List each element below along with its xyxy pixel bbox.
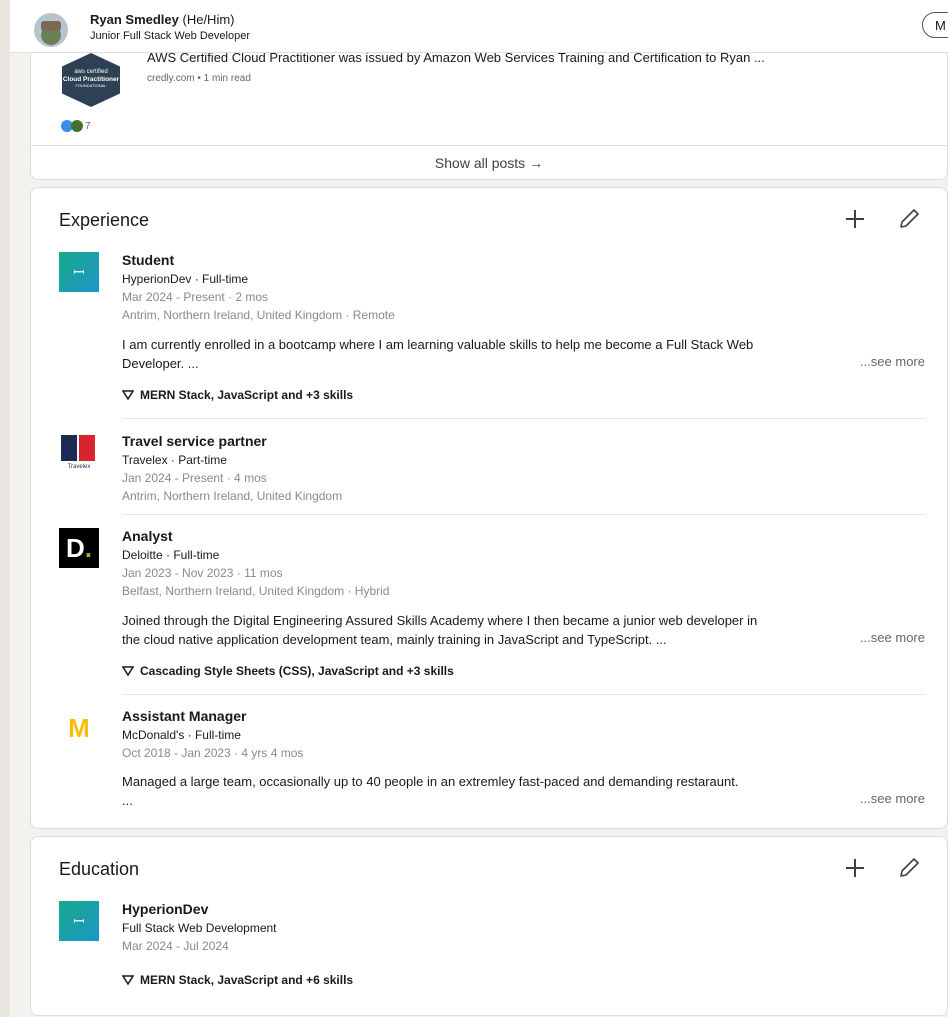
section-title: Experience <box>59 210 150 230</box>
experience-location: Antrim, Northern Ireland, United Kingdom… <box>122 308 395 322</box>
description-line: Joined through the Digital Engineering A… <box>122 613 758 628</box>
experience-location: Antrim, Northern Ireland, United Kingdom <box>122 489 343 503</box>
profile-name-text: Ryan Smedley <box>90 12 179 27</box>
education-section: Education ꟷ HyperionDev Full Stack Web D… <box>30 836 948 1016</box>
hyperiondev-logo[interactable]: ꟷ <box>59 252 99 292</box>
experience-dates: Oct 2018 - Jan 2023 · 4 yrs 4 mos <box>122 746 304 760</box>
show-all-posts-button[interactable]: Show all posts → <box>31 145 947 181</box>
skills-link[interactable]: MERN Stack, JavaScript and +3 skills <box>122 388 353 402</box>
reaction-count: 7 <box>85 120 91 132</box>
divider <box>122 694 926 695</box>
hyperiondev-logo[interactable]: ꟷ <box>59 901 99 941</box>
skills-link[interactable]: MERN Stack, JavaScript and +6 skills <box>122 973 353 987</box>
avatar[interactable] <box>34 13 68 47</box>
see-more-link[interactable]: ...see more <box>860 354 925 369</box>
skills-link[interactable]: Cascading Style Sheets (CSS), JavaScript… <box>122 664 454 678</box>
experience-role: Assistant Manager <box>122 708 247 724</box>
pencil-icon[interactable] <box>897 207 921 231</box>
deloitte-logo[interactable]: D. <box>59 528 99 568</box>
skill-icon <box>122 975 134 985</box>
experience-section: Experience ꟷ Student HyperionDev · Full-… <box>30 187 948 829</box>
experience-dates: Jan 2024 - Present · 4 mos <box>122 471 267 485</box>
experience-role: Student <box>122 252 175 268</box>
more-button[interactable]: M <box>922 12 948 38</box>
experience-role: Analyst <box>122 528 173 544</box>
skills-text: Cascading Style Sheets (CSS), JavaScript… <box>140 664 454 678</box>
description-line: ... <box>122 793 133 808</box>
description-line: Developer. ... <box>122 356 199 371</box>
page-left-edge <box>0 0 10 1017</box>
experience-role: Travel service partner <box>122 433 267 449</box>
travelex-logo[interactable]: Travelex <box>59 433 99 473</box>
education-school: HyperionDev <box>122 901 209 917</box>
pencil-icon[interactable] <box>897 856 921 880</box>
skill-icon <box>122 390 134 400</box>
aws-badge-image[interactable]: aws certified Cloud Practitioner FOUNDAT… <box>62 53 120 107</box>
divider <box>122 418 926 419</box>
experience-org: Travelex · Part-time <box>122 453 227 467</box>
badge-text: FOUNDATIONAL <box>75 82 107 88</box>
profile-name: Ryan Smedley (He/Him) <box>90 12 235 27</box>
badge-text: aws certified <box>74 69 108 75</box>
experience-description: Managed a large team, occasionally up to… <box>122 772 932 810</box>
description-line: Managed a large team, occasionally up to… <box>122 774 739 789</box>
section-title: Education <box>59 859 140 879</box>
add-icon[interactable] <box>843 856 867 880</box>
skills-text: MERN Stack, JavaScript and +6 skills <box>140 973 354 987</box>
experience-location: Belfast, Northern Ireland, United Kingdo… <box>122 584 390 598</box>
logo-text: Travelex <box>67 464 91 470</box>
education-course: Full Stack Web Development <box>122 921 277 935</box>
skills-text: MERN Stack, JavaScript and +3 skills <box>140 388 354 402</box>
profile-pronouns: (He/Him) <box>182 12 235 27</box>
profile-headline: Junior Full Stack Web Developer <box>90 30 250 42</box>
experience-description: Joined through the Digital Engineering A… <box>122 611 932 649</box>
experience-org: McDonald's · Full-time <box>122 728 241 742</box>
post-meta: credly.com • 1 min read <box>147 73 251 84</box>
description-line: I am currently enrolled in a bootcamp wh… <box>122 337 754 352</box>
see-more-link[interactable]: ...see more <box>860 791 925 806</box>
divider <box>122 514 926 515</box>
description-line: the cloud native application development… <box>122 632 667 647</box>
reactions-summary[interactable]: 7 <box>61 120 91 132</box>
education-dates: Mar 2024 - Jul 2024 <box>122 939 229 953</box>
experience-dates: Jan 2023 - Nov 2023 · 11 mos <box>122 566 283 580</box>
mcdonalds-logo[interactable]: M <box>59 708 99 748</box>
see-more-link[interactable]: ...see more <box>860 630 925 645</box>
skill-icon <box>122 666 134 676</box>
experience-dates: Mar 2024 - Present · 2 mos <box>122 290 269 304</box>
sticky-profile-header: Ryan Smedley (He/Him) Junior Full Stack … <box>10 0 948 53</box>
experience-org: Deloitte · Full-time <box>122 548 220 562</box>
celebrate-reaction-icon <box>71 120 83 132</box>
experience-org: HyperionDev · Full-time <box>122 272 249 286</box>
experience-description: I am currently enrolled in a bootcamp wh… <box>122 335 932 373</box>
add-icon[interactable] <box>843 207 867 231</box>
